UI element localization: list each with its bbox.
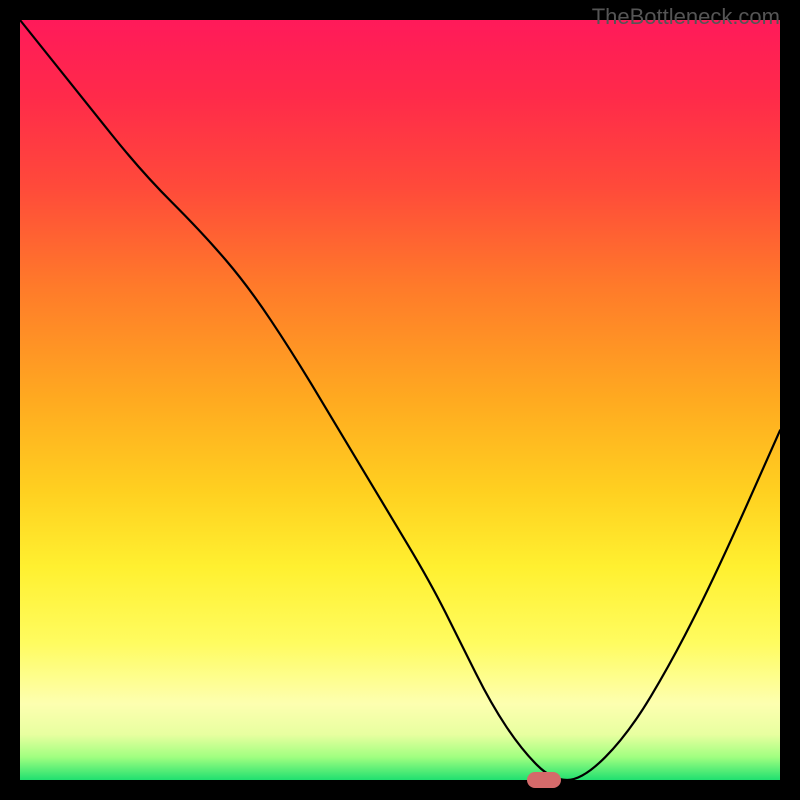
chart-plot-area bbox=[20, 20, 780, 780]
optimal-point-marker bbox=[527, 772, 561, 788]
watermark-text: TheBottleneck.com bbox=[592, 4, 780, 30]
bottleneck-curve bbox=[20, 20, 780, 780]
